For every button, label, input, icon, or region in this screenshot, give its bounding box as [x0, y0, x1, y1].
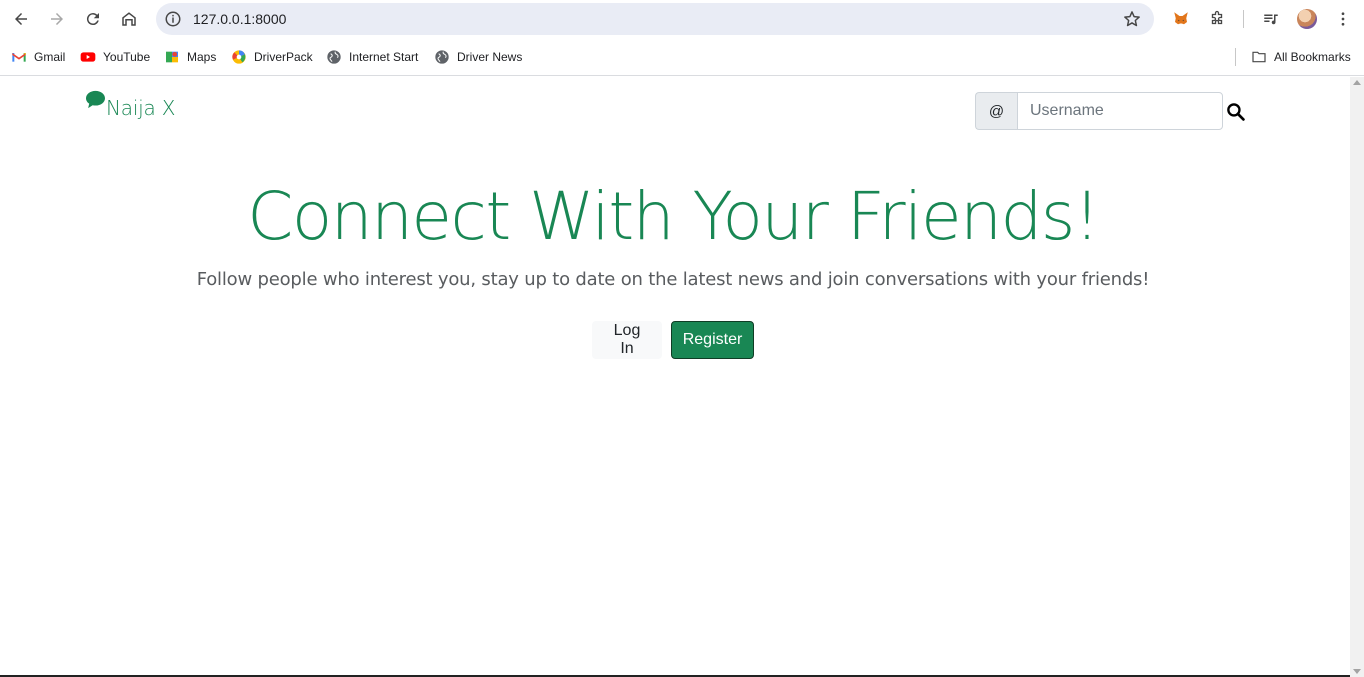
hero-section: Connect With Your Friends! Follow people…: [0, 175, 1346, 290]
folder-icon: [1251, 49, 1267, 65]
driverpack-icon: [231, 49, 247, 65]
username-search-input[interactable]: [1017, 92, 1223, 130]
bookmark-label: Gmail: [34, 50, 66, 64]
brand-name: Naija X: [106, 96, 176, 120]
bookmark-driver-news[interactable]: Driver News: [434, 48, 522, 66]
search-icon[interactable]: [1226, 102, 1245, 121]
gmail-icon: [11, 49, 27, 65]
at-prefix: @: [975, 92, 1017, 130]
puzzle-icon: [1211, 10, 1223, 25]
login-button[interactable]: Log In: [592, 321, 662, 359]
bookmark-label: DriverPack: [254, 50, 313, 64]
metamask-extension-button[interactable]: [1168, 6, 1194, 32]
home-icon: [122, 12, 136, 26]
hero-title: Connect With Your Friends!: [247, 178, 1100, 255]
bookmark-label: Maps: [187, 50, 217, 64]
bookmark-star-icon[interactable]: [1122, 9, 1142, 29]
media-controls-button[interactable]: [1258, 6, 1284, 32]
bookmarks-divider: [1235, 48, 1236, 66]
hero-subtitle: Follow people who interest you, stay up …: [196, 269, 1150, 290]
url-text[interactable]: 127.0.0.1:8000: [193, 11, 286, 27]
arrow-left-icon: [15, 13, 27, 25]
forward-button[interactable]: [42, 4, 72, 34]
bookmarks-bar: Gmail YouTube Maps DriverPack Internet S…: [0, 38, 1364, 76]
more-vertical-icon: [1341, 12, 1345, 26]
site-info-icon[interactable]: [164, 10, 182, 28]
bookmark-internet-start[interactable]: Internet Start: [326, 48, 418, 66]
bookmark-driverpack[interactable]: DriverPack: [231, 48, 313, 66]
fox-icon: [1174, 12, 1188, 25]
playlist-icon: [1264, 14, 1278, 25]
chat-bubble-icon: [86, 90, 105, 109]
page-scrollbar[interactable]: [1350, 77, 1364, 677]
scroll-down-arrow[interactable]: [1353, 669, 1361, 674]
hero-actions: Log In Register: [0, 321, 1346, 359]
bookmark-youtube[interactable]: YouTube: [80, 48, 150, 66]
address-bar[interactable]: 127.0.0.1:8000: [156, 3, 1154, 35]
bookmark-label: Internet Start: [349, 50, 419, 64]
page-content: Naija X @ Connect With Your Friends! Fol…: [0, 77, 1350, 677]
maps-icon: [164, 49, 180, 65]
username-search-group: @: [975, 92, 1223, 130]
reload-button[interactable]: [78, 4, 108, 34]
bookmark-gmail[interactable]: Gmail: [11, 48, 65, 66]
toolbar-divider: [1243, 10, 1244, 28]
bookmark-label: Driver News: [457, 50, 523, 64]
browser-toolbar: 127.0.0.1:8000: [0, 0, 1364, 38]
profile-avatar[interactable]: [1297, 9, 1317, 29]
globe-icon: [434, 49, 450, 65]
navbar-brand[interactable]: Naija X: [85, 90, 176, 120]
bookmark-maps[interactable]: Maps: [164, 48, 216, 66]
bookmark-label: YouTube: [103, 50, 151, 64]
reload-icon: [86, 13, 99, 26]
all-bookmarks-button[interactable]: All Bookmarks: [1251, 48, 1351, 66]
back-button[interactable]: [6, 4, 36, 34]
globe-icon: [326, 49, 342, 65]
youtube-icon: [80, 49, 96, 65]
home-button[interactable]: [114, 4, 144, 34]
scroll-up-arrow[interactable]: [1353, 80, 1361, 85]
browser-menu-button[interactable]: [1330, 6, 1356, 32]
all-bookmarks-label: All Bookmarks: [1274, 50, 1351, 64]
extensions-button[interactable]: [1204, 6, 1230, 32]
register-button[interactable]: Register: [671, 321, 754, 359]
arrow-right-icon: [51, 13, 63, 25]
